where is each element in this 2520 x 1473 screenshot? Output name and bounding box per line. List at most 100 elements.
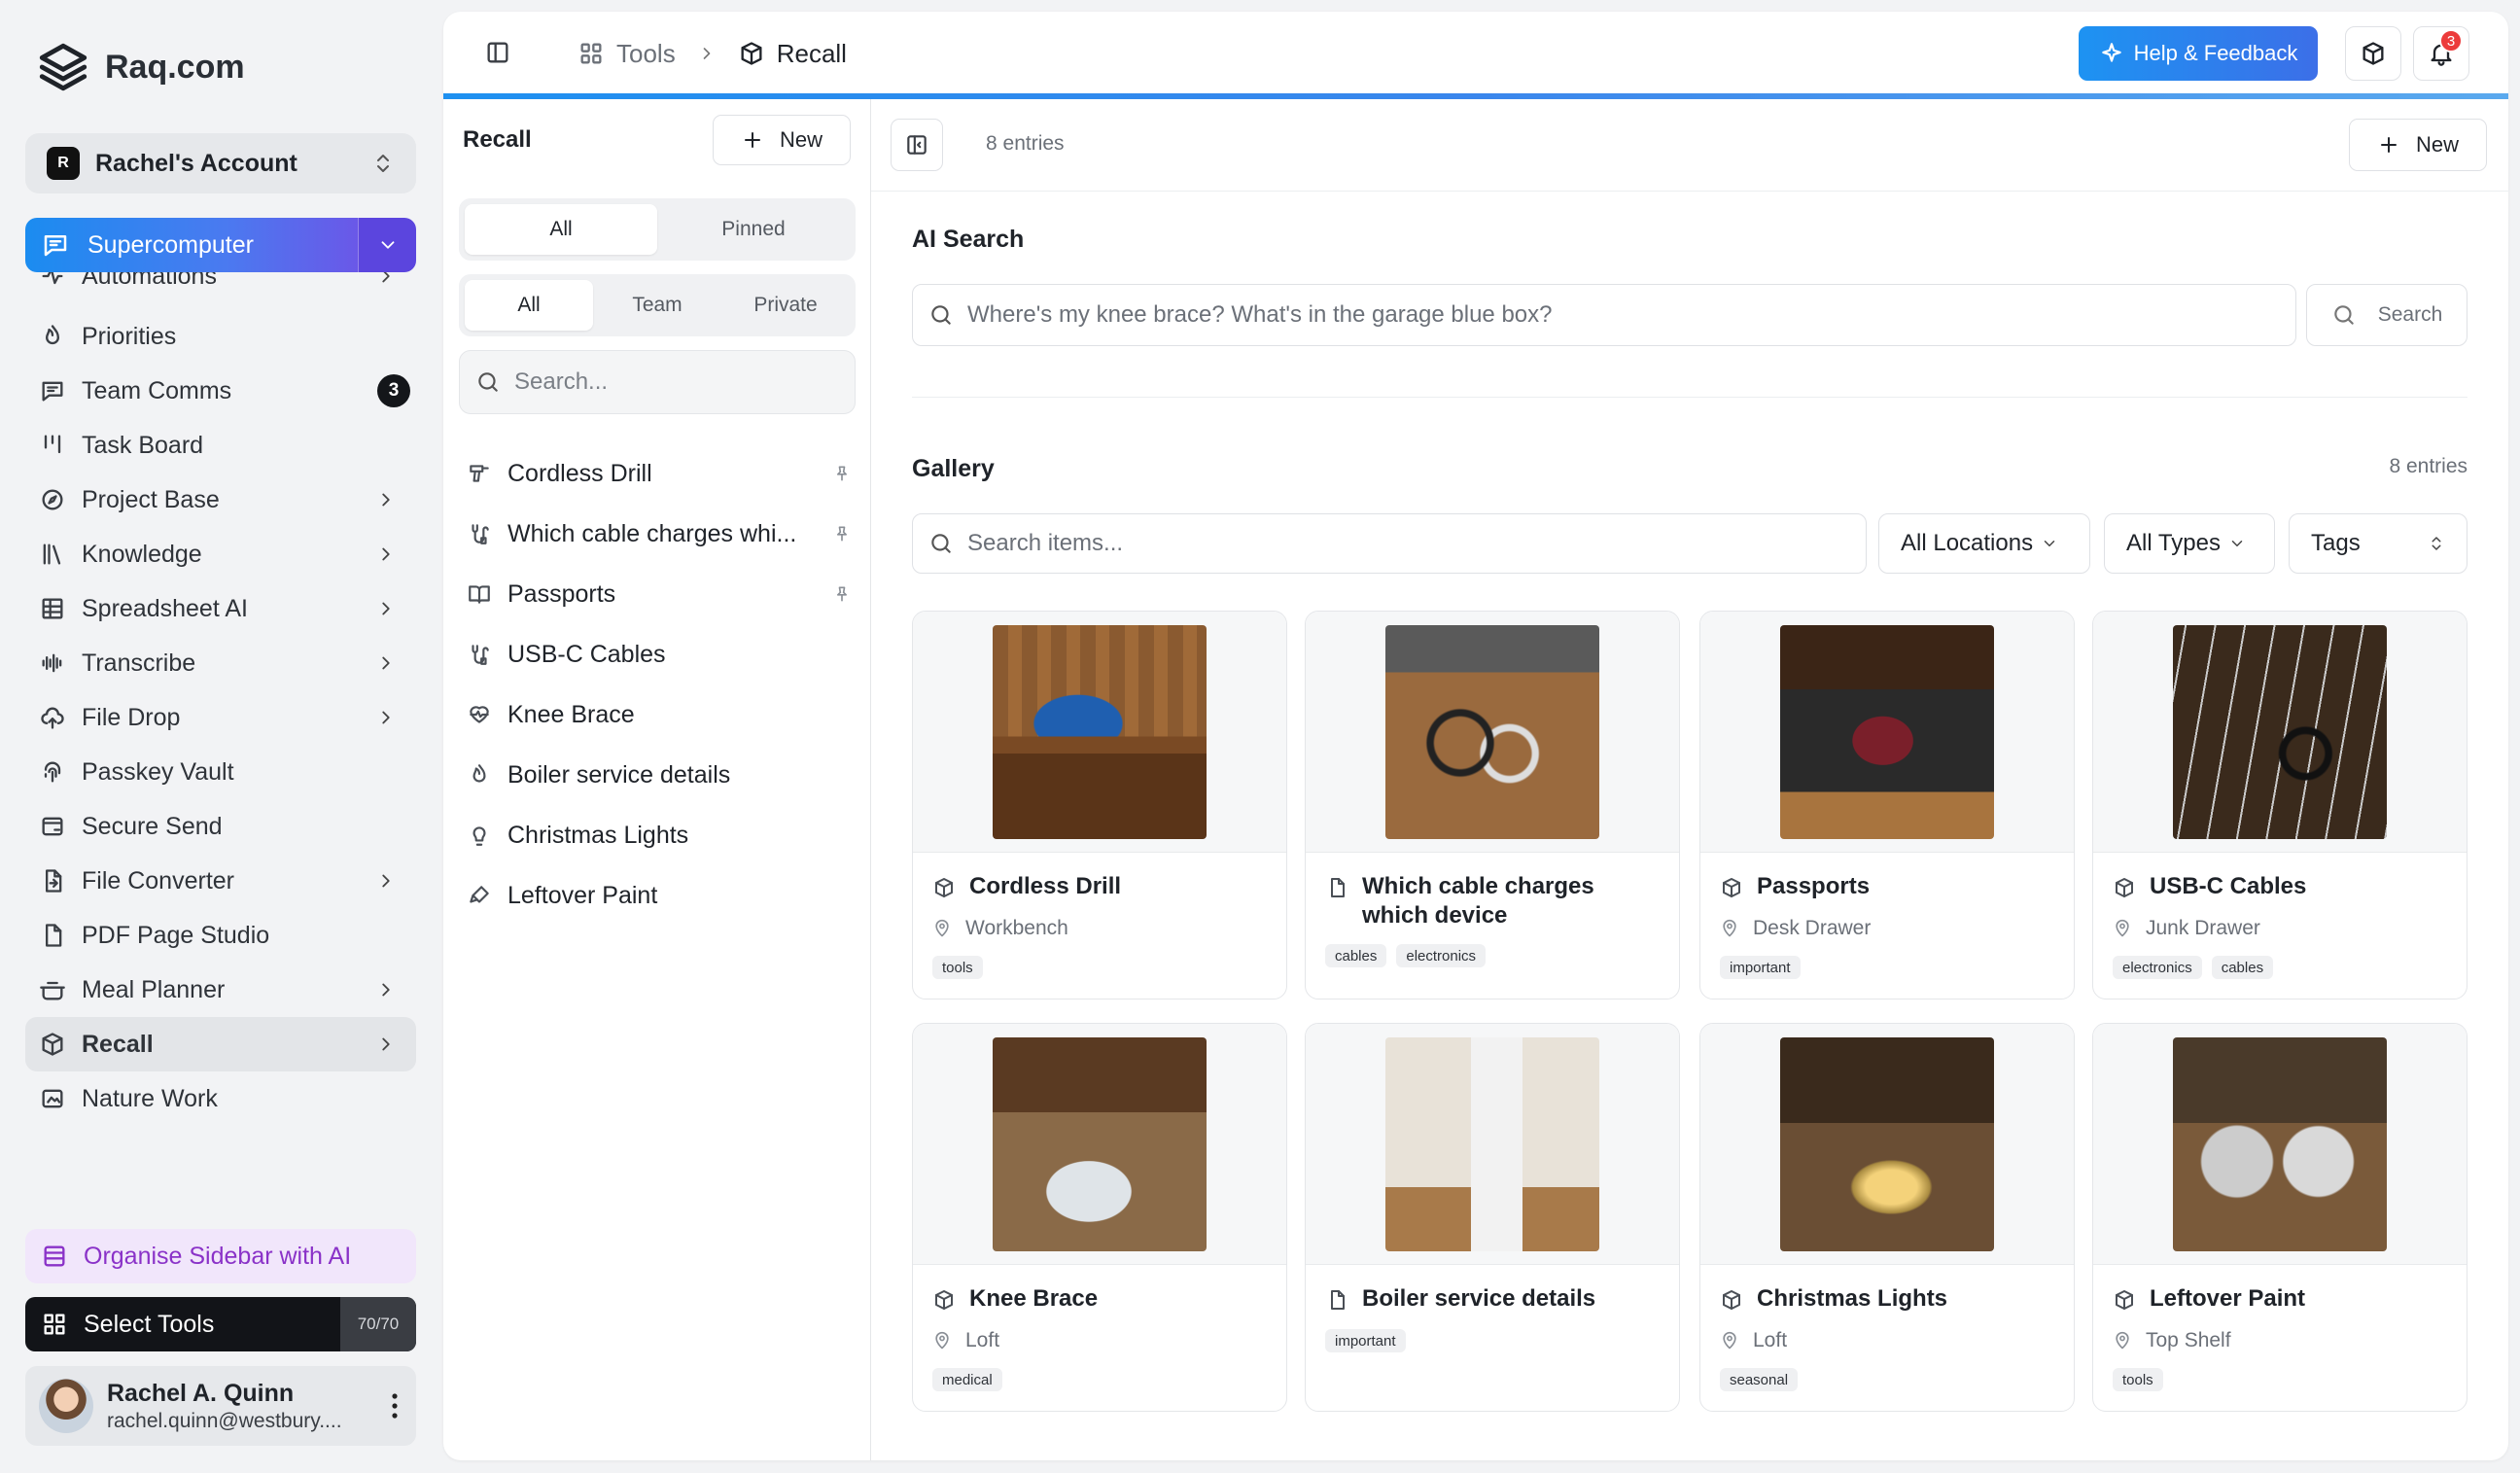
gallery-card[interactable]: Passports Desk Drawer important bbox=[1699, 611, 2075, 1000]
gallery-card[interactable]: USB-C Cables Junk Drawer electronics cables bbox=[2092, 611, 2468, 1000]
gallery-search-input[interactable]: Search items... bbox=[912, 513, 1867, 574]
tab-team[interactable]: Team bbox=[593, 280, 721, 331]
item-photo bbox=[2173, 1036, 2387, 1251]
tag-badge[interactable]: electronics bbox=[1396, 944, 1487, 967]
tag-badge[interactable]: important bbox=[1720, 956, 1801, 979]
gallery-card[interactable]: Leftover Paint Top Shelf tools bbox=[2092, 1023, 2468, 1412]
drill-icon bbox=[467, 461, 492, 486]
chevron-right-icon[interactable] bbox=[375, 979, 397, 1000]
chevron-right-icon[interactable] bbox=[375, 707, 397, 728]
sidebar-item-file-converter[interactable]: File Converter bbox=[25, 854, 416, 908]
sidebar-item-meal-planner[interactable]: Meal Planner bbox=[25, 963, 416, 1017]
sidebar-item-spreadsheet-ai[interactable]: Spreadsheet AI bbox=[25, 581, 416, 636]
pin-icon[interactable] bbox=[832, 584, 852, 604]
ai-search-button[interactable]: Search bbox=[2306, 284, 2468, 346]
tab-pinned[interactable]: Pinned bbox=[657, 204, 850, 255]
supercomputer-main[interactable]: Supercomputer bbox=[25, 218, 358, 272]
tag-badge[interactable]: tools bbox=[932, 956, 983, 979]
sidebar-item-team-comms[interactable]: Team Comms 3 bbox=[25, 364, 416, 418]
breadcrumb-tools[interactable]: Tools bbox=[616, 39, 676, 69]
gallery-title: Gallery bbox=[912, 455, 995, 482]
sidebar-toggle-icon[interactable] bbox=[484, 39, 511, 66]
account-switcher[interactable]: R Rachel's Account bbox=[25, 133, 416, 193]
organise-sidebar-button[interactable]: Organise Sidebar with AI bbox=[25, 1229, 416, 1283]
list-item-label: USB-C Cables bbox=[508, 640, 666, 668]
supercomputer-button[interactable]: Supercomputer bbox=[25, 218, 416, 272]
tab-all[interactable]: All bbox=[465, 204, 657, 255]
chevron-right-icon[interactable] bbox=[375, 870, 397, 892]
pin-icon[interactable] bbox=[832, 524, 852, 544]
gallery-card[interactable]: Christmas Lights Loft seasonal bbox=[1699, 1023, 2075, 1412]
tag-badge[interactable]: medical bbox=[932, 1368, 1002, 1391]
recall-app-button[interactable] bbox=[2345, 26, 2401, 81]
list-item[interactable]: Christmas Lights bbox=[467, 811, 856, 859]
sidebar-item-secure-send[interactable]: Secure Send bbox=[25, 799, 416, 854]
tab-visibility-all[interactable]: All bbox=[465, 280, 593, 331]
cable-icon bbox=[467, 521, 492, 546]
tag-badge[interactable]: cables bbox=[1325, 944, 1387, 967]
list-item[interactable]: Cordless Drill bbox=[467, 449, 856, 498]
chevron-right-icon[interactable] bbox=[375, 544, 397, 565]
collapse-list-button[interactable] bbox=[891, 119, 943, 171]
chevron-right-icon[interactable] bbox=[375, 489, 397, 510]
sidebar-item-task-board[interactable]: Task Board bbox=[25, 418, 416, 473]
types-filter[interactable]: All Types bbox=[2104, 513, 2275, 574]
box-icon bbox=[932, 876, 956, 899]
tab-private[interactable]: Private bbox=[721, 280, 850, 331]
sidebar-item-passkey-vault[interactable]: Passkey Vault bbox=[25, 745, 416, 799]
grid-icon bbox=[41, 1311, 68, 1338]
list-item[interactable]: Which cable charges whi... bbox=[467, 509, 856, 558]
card-tags: tools bbox=[2113, 1368, 2163, 1391]
list-search-input[interactable]: Search... bbox=[459, 350, 856, 414]
tag-badge[interactable]: seasonal bbox=[1720, 1368, 1799, 1391]
tag-badge[interactable]: cables bbox=[2211, 956, 2274, 979]
chevron-right-icon[interactable] bbox=[375, 1034, 397, 1055]
list-item[interactable]: USB-C Cables bbox=[467, 630, 856, 679]
ai-search-input[interactable]: Where's my knee brace? What's in the gar… bbox=[912, 284, 2296, 346]
pin-icon[interactable] bbox=[832, 464, 852, 483]
sidebar-item-file-drop[interactable]: File Drop bbox=[25, 690, 416, 745]
more-vertical-icon[interactable] bbox=[391, 1391, 399, 1420]
gallery-card[interactable]: Knee Brace Loft medical bbox=[912, 1023, 1287, 1412]
locations-filter[interactable]: All Locations bbox=[1878, 513, 2090, 574]
user-profile[interactable]: Rachel A. Quinn rachel.quinn@westbury...… bbox=[25, 1366, 416, 1446]
card-title: Boiler service details bbox=[1362, 1285, 1596, 1312]
search-icon bbox=[475, 369, 501, 395]
brand-logo[interactable]: Raq.com bbox=[35, 39, 245, 95]
supercomputer-label: Supercomputer bbox=[88, 230, 254, 259]
tag-badge[interactable]: tools bbox=[2113, 1368, 2163, 1391]
chevron-right-icon[interactable] bbox=[375, 652, 397, 674]
new-item-button[interactable]: New bbox=[713, 115, 851, 165]
tag-badge[interactable]: electronics bbox=[2113, 956, 2202, 979]
sidebar-item-recall[interactable]: Recall bbox=[25, 1017, 416, 1071]
tags-filter[interactable]: Tags bbox=[2289, 513, 2468, 574]
card-image-frame bbox=[1306, 1024, 1679, 1265]
sidebar-item-pdf-page-studio[interactable]: PDF Page Studio bbox=[25, 908, 416, 963]
chevron-right-icon[interactable] bbox=[375, 598, 397, 619]
kanban-icon bbox=[39, 432, 66, 459]
list-item[interactable]: Knee Brace bbox=[467, 690, 856, 739]
sidebar-item-transcribe[interactable]: Transcribe bbox=[25, 636, 416, 690]
sidebar-item-knowledge[interactable]: Knowledge bbox=[25, 527, 416, 581]
tag-badge[interactable]: important bbox=[1325, 1329, 1406, 1352]
map-pin-icon bbox=[1720, 919, 1739, 938]
list-item-label: Cordless Drill bbox=[508, 459, 652, 487]
gallery-card[interactable]: Which cable charges which device cables el… bbox=[1305, 611, 1680, 1000]
new-entry-button[interactable]: New bbox=[2349, 119, 2487, 171]
list-item[interactable]: Leftover Paint bbox=[467, 871, 856, 920]
sidebar-item-project-base[interactable]: Project Base bbox=[25, 473, 416, 527]
sidebar-item-nature-work[interactable]: Nature Work bbox=[25, 1071, 416, 1126]
list-item-label: Christmas Lights bbox=[508, 821, 689, 849]
sidebar-item-automations[interactable]: Automations bbox=[25, 267, 416, 303]
sidebar-item-priorities[interactable]: Priorities bbox=[25, 309, 416, 364]
supercomputer-dropdown[interactable] bbox=[358, 218, 416, 272]
list-item[interactable]: Boiler service details bbox=[467, 751, 856, 799]
box-icon bbox=[738, 40, 765, 67]
file-convert-icon bbox=[39, 867, 66, 894]
notifications-button[interactable]: 3 bbox=[2413, 26, 2469, 81]
gallery-card[interactable]: Cordless Drill Workbench tools bbox=[912, 611, 1287, 1000]
help-feedback-button[interactable]: Help & Feedback bbox=[2079, 26, 2318, 81]
list-item[interactable]: Passports bbox=[467, 570, 856, 618]
select-tools-button[interactable]: Select Tools 70/70 bbox=[25, 1297, 416, 1351]
gallery-card[interactable]: Boiler service details important bbox=[1305, 1023, 1680, 1412]
